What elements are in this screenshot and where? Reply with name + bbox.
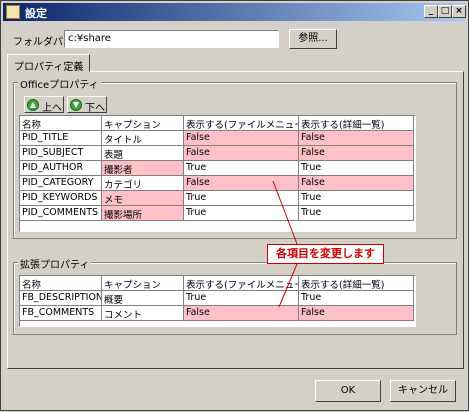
- annotation-lines: [272, 180, 298, 308]
- ok-button[interactable]: OK: [315, 380, 381, 402]
- settings-window: 設定 _ □ × フォルダパス c:¥share 参照... プロパティ定義 O…: [0, 0, 469, 411]
- cancel-button[interactable]: キャンセル: [390, 380, 456, 402]
- annotation-callout: 各項目を変更します: [267, 244, 384, 264]
